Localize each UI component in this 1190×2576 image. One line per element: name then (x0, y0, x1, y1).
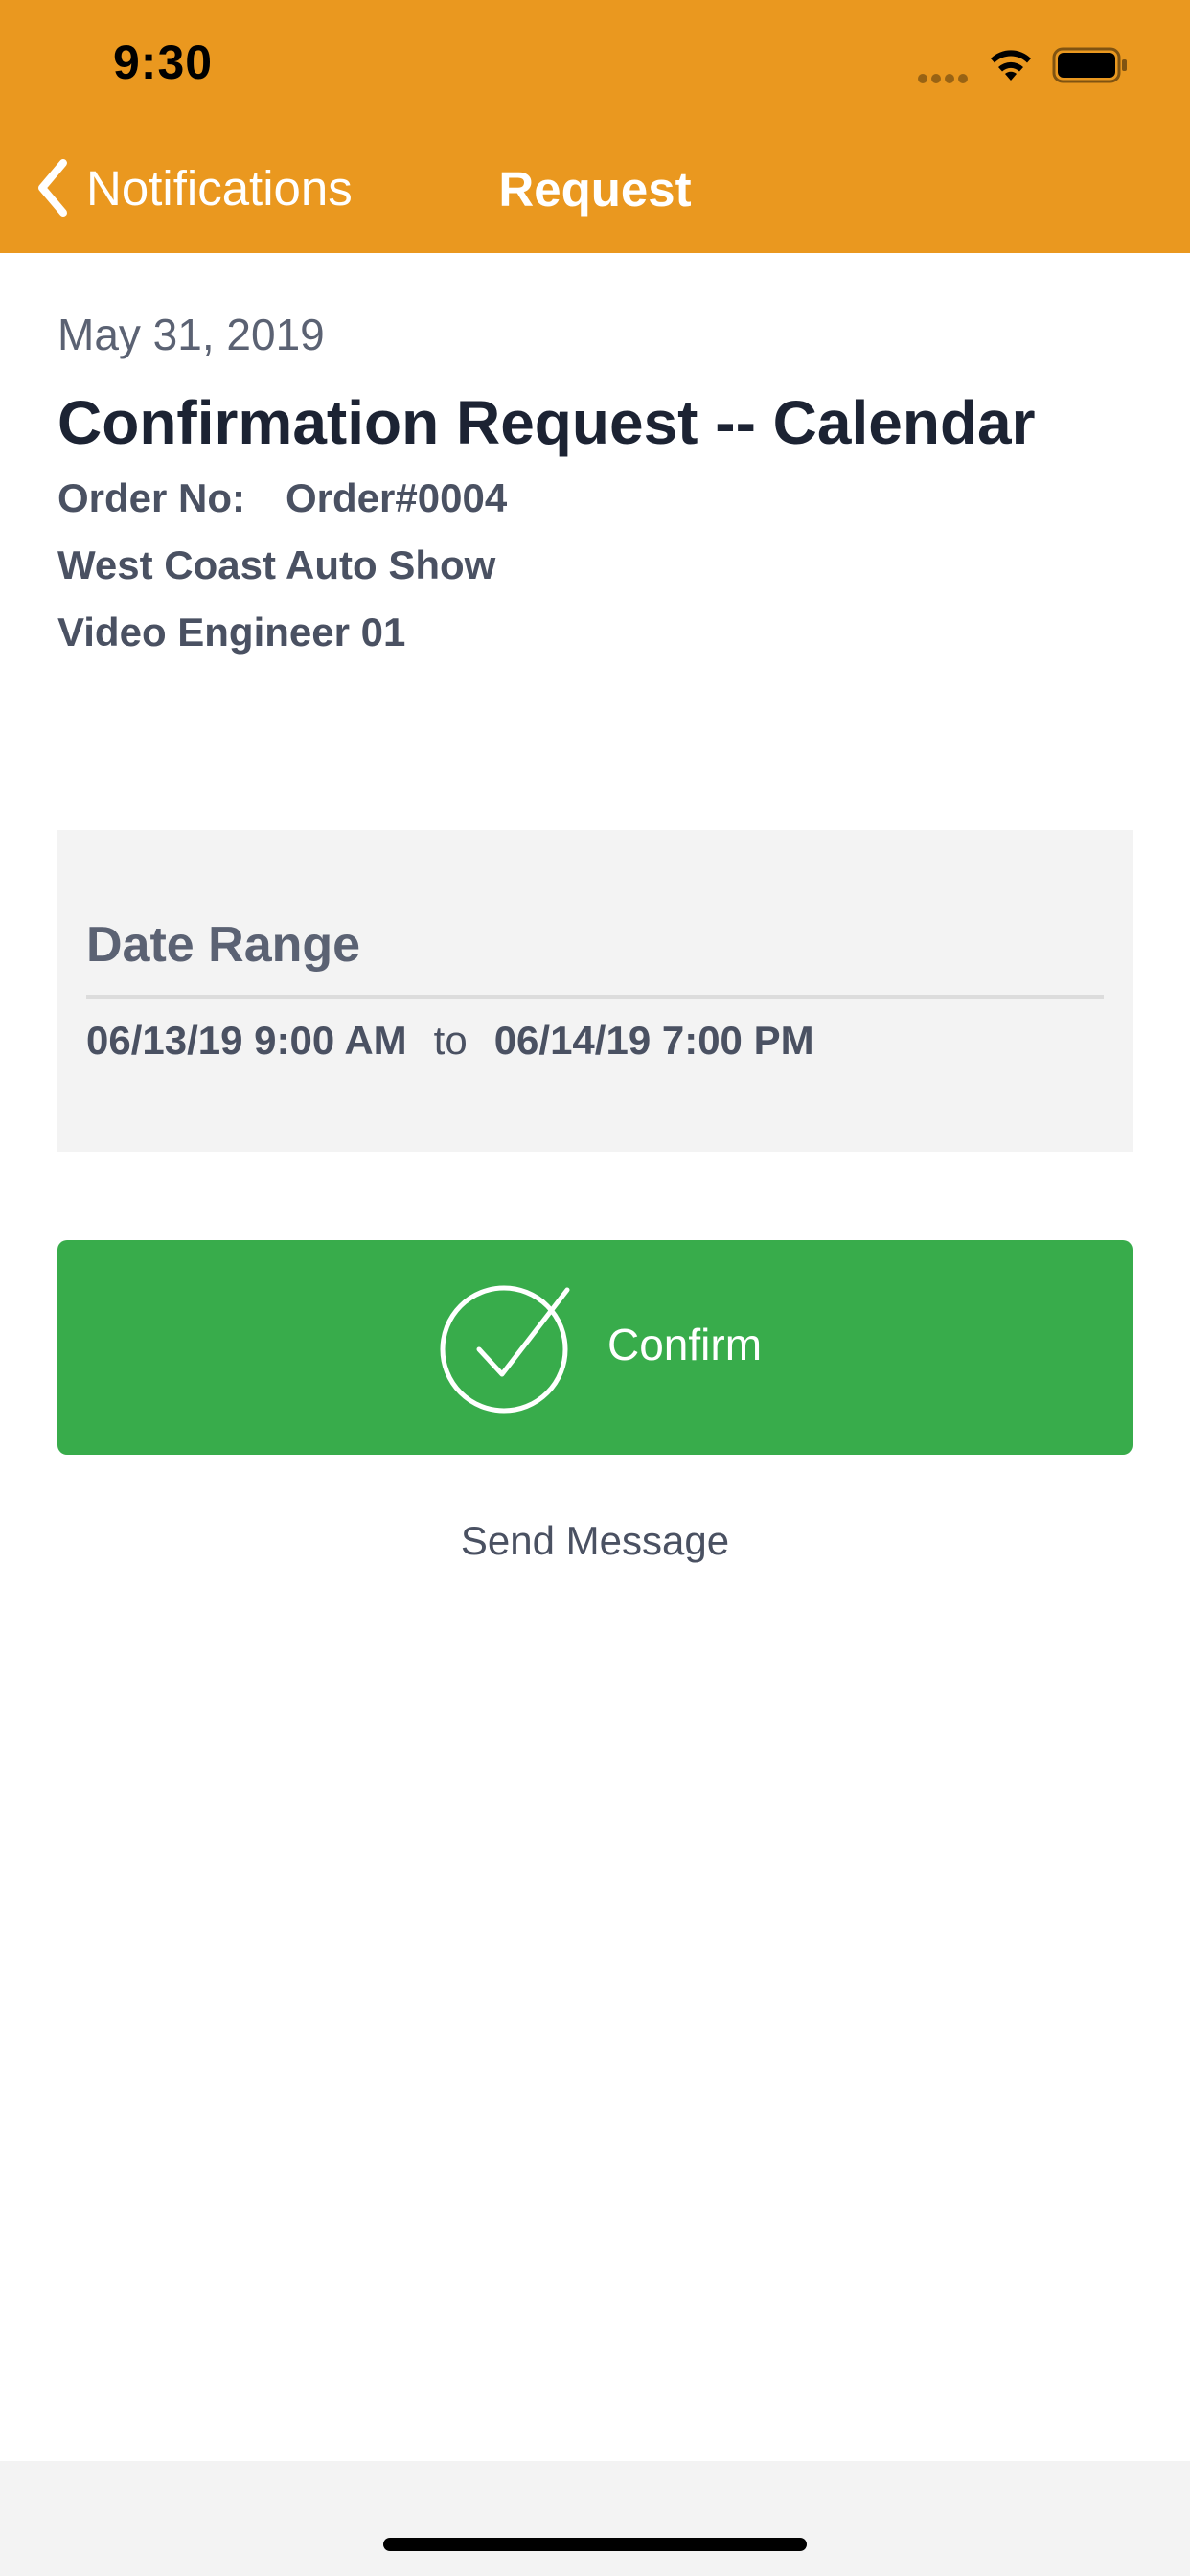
confirm-button[interactable]: Confirm (57, 1240, 1133, 1455)
page-title: Request (498, 162, 692, 217)
wifi-icon (991, 50, 1031, 80)
send-message-button[interactable]: Send Message (0, 1518, 1190, 1564)
home-indicator[interactable] (383, 2538, 807, 2551)
date-range-values: 06/13/19 9:00 AM to 06/14/19 7:00 PM (86, 1018, 814, 1064)
navigation-header: 9:30 Notifications Request (0, 0, 1190, 253)
role-name: Video Engineer 01 (57, 610, 406, 655)
event-name: West Coast Auto Show (57, 542, 496, 587)
date-range-separator: to (433, 1018, 468, 1063)
bottom-safe-area (0, 2461, 1190, 2576)
signal-icon (918, 71, 973, 83)
order-number-label: Order No: (57, 475, 246, 520)
date-range-start: 06/13/19 9:00 AM (86, 1018, 407, 1063)
battery-icon (1052, 47, 1127, 83)
status-bar-time: 9:30 (113, 35, 214, 89)
date-range-end: 06/14/19 7:00 PM (493, 1018, 814, 1063)
date-range-card: Date Range 06/13/19 9:00 AM to 06/14/19 7:… (57, 830, 1133, 1152)
confirm-button-label: Confirm (607, 1320, 763, 1369)
order-number-value: Order#0004 (286, 475, 508, 520)
divider (86, 995, 1104, 999)
check-circle-icon (440, 1285, 570, 1414)
request-title: Confirmation Request -- Calendar (57, 388, 1036, 457)
request-date: May 31, 2019 (57, 310, 325, 359)
order-number-row: Order No: Order#0004 (57, 475, 507, 521)
date-range-label: Date Range (86, 917, 361, 973)
